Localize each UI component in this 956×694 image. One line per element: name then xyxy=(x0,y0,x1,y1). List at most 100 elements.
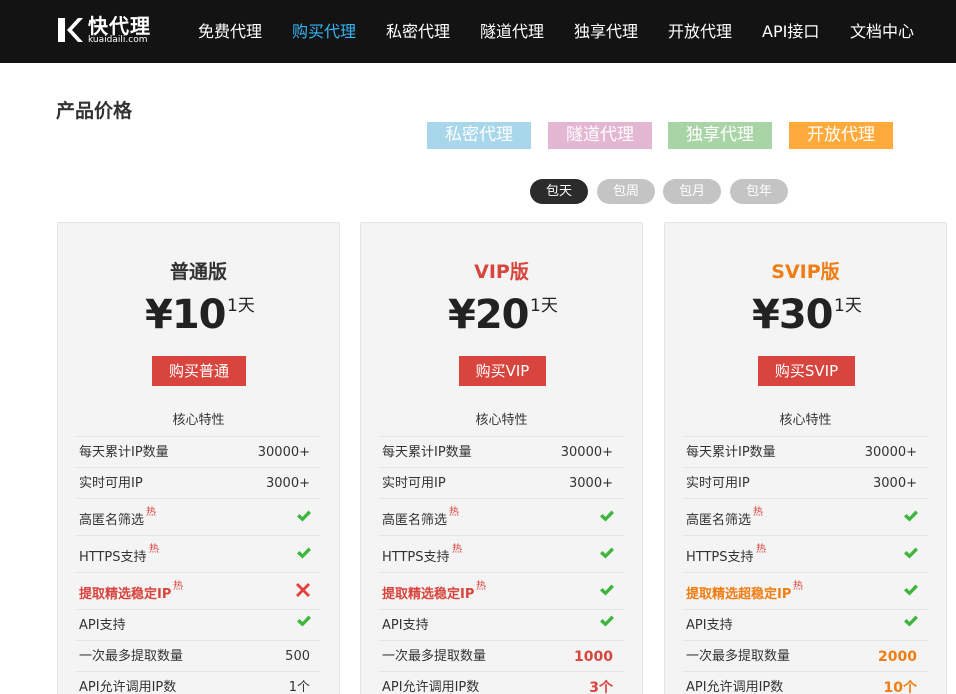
period-day[interactable]: 包天 xyxy=(530,179,588,204)
feature-label: 提取精选超稳定IP xyxy=(686,587,792,602)
feature-value: 30000+ xyxy=(864,445,917,460)
feature-row: 一次最多提取数量 1000 xyxy=(379,640,623,671)
feature-label: API支持 xyxy=(79,618,126,633)
tab-private-proxy[interactable]: 私密代理 xyxy=(427,122,531,149)
buy-button[interactable]: 购买普通 xyxy=(152,356,246,386)
feature-row: 提取精选超稳定IP 热 xyxy=(683,572,927,609)
plan-unit: 1天 xyxy=(530,296,558,316)
plan-name: 普通版 xyxy=(169,261,227,283)
plan-price: ¥10 xyxy=(145,292,226,338)
nav-api[interactable]: API接口 xyxy=(762,21,819,43)
feature-row: API支持 xyxy=(683,609,927,640)
feature-label: API允许调用IP数 xyxy=(79,680,177,694)
hot-badge: 热 xyxy=(452,544,462,555)
period-year[interactable]: 包年 xyxy=(730,179,788,204)
brand-domain: kuaidaili.com xyxy=(88,35,148,45)
feature-value: 3000+ xyxy=(569,476,613,491)
feature-label: 提取精选稳定IP xyxy=(382,587,475,602)
feature-row: HTTPS支持热 xyxy=(683,535,927,572)
feature-label: 提取精选稳定IP xyxy=(79,587,172,602)
feature-row: 高匿名筛选热 xyxy=(683,498,927,535)
period-week[interactable]: 包周 xyxy=(597,179,655,204)
feature-label: 高匿名筛选 xyxy=(686,513,752,528)
plan-card-2: SVIP版 ¥30 1天 购买SVIP 核心特性 每天累计IP数量 30000+ 实时可用IP… xyxy=(664,222,947,694)
hot-badge: 热 xyxy=(149,544,159,555)
nav-private-proxy[interactable]: 私密代理 xyxy=(386,21,450,43)
feature-value: 500 xyxy=(285,649,310,664)
nav-free-proxy[interactable]: 免费代理 xyxy=(198,21,262,43)
check-icon xyxy=(903,508,919,522)
buy-button[interactable]: 购买VIP xyxy=(459,356,546,386)
feature-value: 10个 xyxy=(883,680,917,694)
feature-row: 提取精选稳定IP 热 xyxy=(379,572,623,609)
plan-card-1: VIP版 ¥20 1天购买VIP 核心特性每天累计IP数量 30000+ 实时可用IP 30… xyxy=(360,222,643,694)
feature-label: 一次最多提取数量 xyxy=(382,649,487,664)
plan-price: ¥30 xyxy=(752,292,833,338)
feature-value: 3000+ xyxy=(266,476,310,491)
hot-badge: 热 xyxy=(756,544,766,555)
plan-price: ¥20 xyxy=(448,292,529,338)
core-features-title: 核心特性 xyxy=(475,413,528,428)
feature-row: 实时可用IP 3000+ xyxy=(683,467,927,498)
check-icon xyxy=(599,545,615,559)
check-icon xyxy=(903,582,919,596)
feature-label: HTTPS支持 xyxy=(382,550,450,565)
tab-dedicated-proxy[interactable]: 独享代理 xyxy=(668,122,772,149)
feature-row: API支持 xyxy=(379,609,623,640)
hot-badge: 热 xyxy=(753,507,763,518)
feature-label: 实时可用IP xyxy=(79,476,143,491)
tab-tunnel-proxy[interactable]: 隧道代理 xyxy=(548,122,652,149)
feature-row: HTTPS支持热 xyxy=(76,535,320,572)
check-icon xyxy=(599,613,615,627)
feature-value: 30000+ xyxy=(257,445,310,460)
feature-row: API支持 xyxy=(76,609,320,640)
nav-tunnel-proxy[interactable]: 隧道代理 xyxy=(480,21,544,43)
feature-row: 每天累计IP数量 30000+ xyxy=(76,436,320,467)
feature-label: API支持 xyxy=(686,618,733,633)
check-icon xyxy=(296,613,312,627)
feature-label: API允许调用IP数 xyxy=(686,680,784,694)
feature-label: 每天累计IP数量 xyxy=(686,445,776,460)
plan-name: VIP版 xyxy=(474,261,529,283)
feature-row: 高匿名筛选热 xyxy=(76,498,320,535)
hot-badge: 热 xyxy=(476,581,486,592)
feature-label: 高匿名筛选 xyxy=(382,513,448,528)
brand-logo[interactable]: 快代理 kuaidaili.com xyxy=(56,14,156,46)
hot-badge: 热 xyxy=(449,507,459,518)
feature-row: 高匿名筛选热 xyxy=(379,498,623,535)
feature-label: 每天累计IP数量 xyxy=(79,445,169,460)
feature-row: 一次最多提取数量 2000 xyxy=(683,640,927,671)
nav-buy-proxy[interactable]: 购买代理 xyxy=(292,21,356,43)
nav-open-proxy[interactable]: 开放代理 xyxy=(668,21,732,43)
tab-open-proxy[interactable]: 开放代理 xyxy=(789,122,893,149)
top-navbar: 快代理 kuaidaili.com 免费代理 购买代理 私密代理 隧道代理 独享… xyxy=(0,0,956,63)
period-month[interactable]: 包月 xyxy=(663,179,721,204)
buy-button[interactable]: 购买SVIP xyxy=(758,356,855,386)
brand-name: 快代理 xyxy=(88,14,151,38)
feature-row: 提取精选稳定IP 热 xyxy=(76,572,320,609)
feature-row: API允许调用IP数 3个 xyxy=(379,671,623,694)
feature-value: 1000 xyxy=(574,649,613,665)
feature-label: 每天累计IP数量 xyxy=(382,445,472,460)
check-icon xyxy=(296,508,312,522)
feature-label: 一次最多提取数量 xyxy=(79,649,184,664)
feature-label: 实时可用IP xyxy=(382,476,446,491)
nav-docs[interactable]: 文档中心 xyxy=(850,21,914,43)
check-icon xyxy=(903,545,919,559)
feature-value: 30000+ xyxy=(560,445,613,460)
check-icon xyxy=(599,582,615,596)
feature-label: API支持 xyxy=(382,618,429,633)
hot-badge: 热 xyxy=(173,581,183,592)
feature-row: HTTPS支持热 xyxy=(379,535,623,572)
feature-row: 每天累计IP数量 30000+ xyxy=(379,436,623,467)
check-icon xyxy=(296,545,312,559)
check-icon xyxy=(903,613,919,627)
feature-label: 实时可用IP xyxy=(686,476,750,491)
hot-badge: 热 xyxy=(146,507,156,518)
feature-value: 1个 xyxy=(288,680,310,694)
feature-row: API允许调用IP数 10个 xyxy=(683,671,927,694)
feature-value: 2000 xyxy=(878,649,917,665)
core-features-title: 核心特性 xyxy=(172,413,225,428)
plan-card-0: 普通版 ¥10 1天 购买普通 核心特性 每天累计IP数量 30000+ 实时可用IP 3000… xyxy=(57,222,340,694)
nav-dedicated-proxy[interactable]: 独享代理 xyxy=(574,21,638,43)
